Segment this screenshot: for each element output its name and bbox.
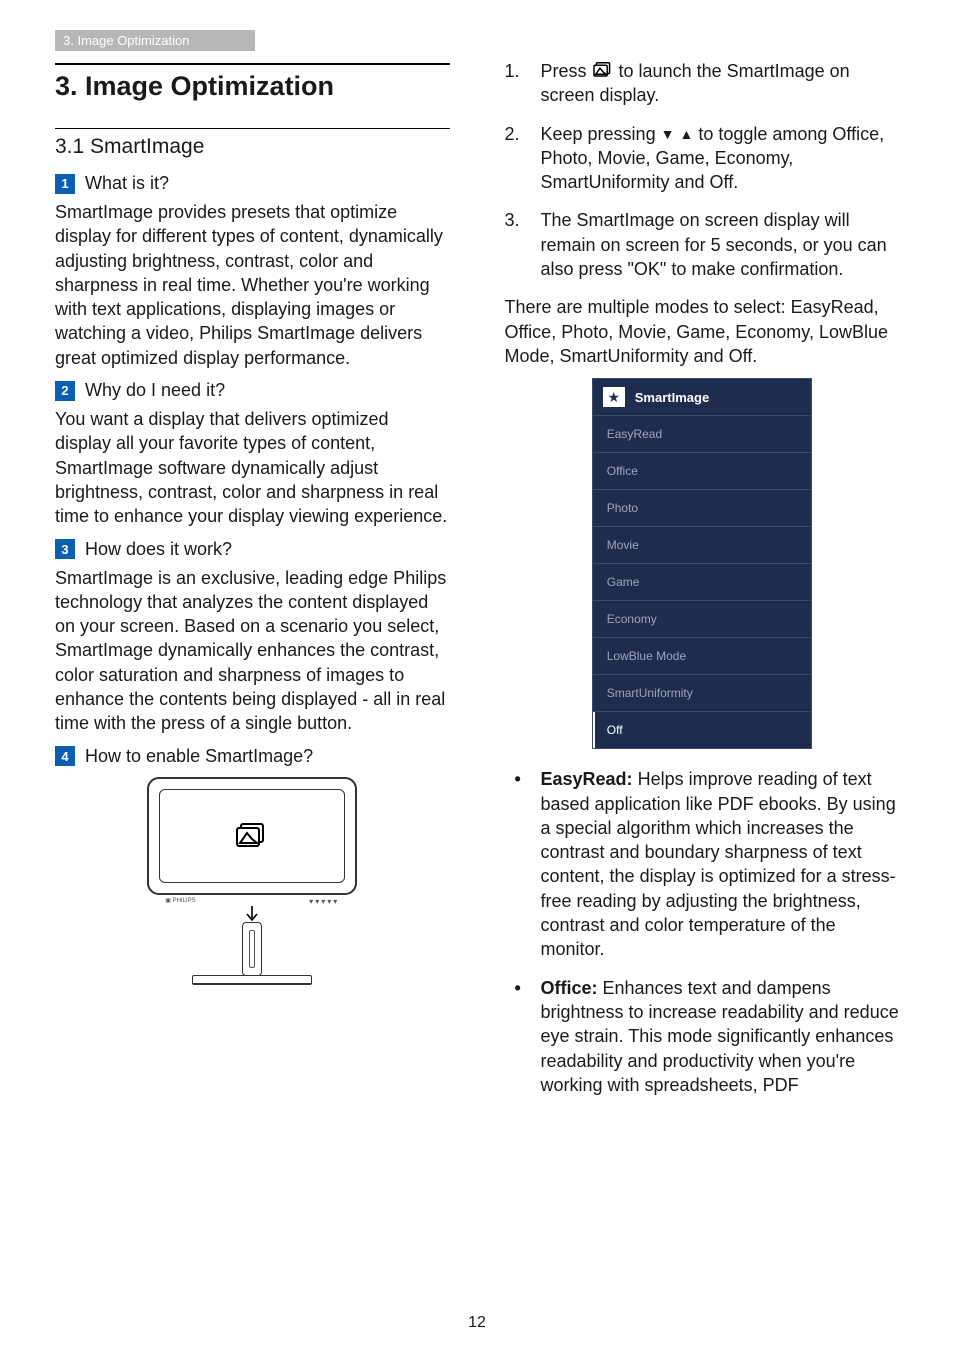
modes-intro: There are multiple modes to select: Easy… [505,295,900,368]
step-1: Press to launch the SmartImage on screen… [505,59,900,108]
running-header: 3. Image Optimization [55,30,255,51]
question-3-heading: 3 How does it work? [55,539,450,560]
smartimage-icon [592,61,614,79]
monitor-buttons: ▾▾▾▾▾ [309,897,339,906]
chapter-title: 3. Image Optimization [55,71,450,102]
osd-item: Photo [593,490,811,527]
number-box-2: 2 [55,381,75,401]
osd-item: SmartUniformity [593,675,811,712]
enable-steps: Press to launch the SmartImage on screen… [505,59,900,281]
question-2-heading: 2 Why do I need it? [55,380,450,401]
question-2-body: You want a display that delivers optimiz… [55,407,450,528]
bullet-easyread: EasyRead: Helps improve reading of text … [505,767,900,961]
osd-item: EasyRead [593,416,811,453]
smartimage-icon [235,821,269,851]
question-3-body: SmartImage is an exclusive, leading edge… [55,566,450,736]
star-icon: ★ [603,387,625,407]
number-box-1: 1 [55,174,75,194]
mode-descriptions: EasyRead: Helps improve reading of text … [505,767,900,1097]
monitor-brand-label: ▣ PHILIPS [165,897,195,906]
osd-item: LowBlue Mode [593,638,811,675]
question-1-label: What is it? [85,173,169,194]
osd-item: Economy [593,601,811,638]
question-4-heading: 4 How to enable SmartImage? [55,746,450,767]
section-title: 3.1 SmartImage [55,135,450,159]
number-box-3: 3 [55,539,75,559]
easyread-body: Helps improve reading of text based appl… [541,769,896,959]
step-2: Keep pressing ▼ ▲ to toggle among Office… [505,122,900,195]
osd-title: SmartImage [635,390,709,405]
question-1-heading: 1 What is it? [55,173,450,194]
office-term: Office: [541,978,598,998]
question-4-label: How to enable SmartImage? [85,746,313,767]
bullet-office: Office: Enhances text and dampens bright… [505,976,900,1097]
monitor-illustration: ▣ PHILIPS ▾▾▾▾▾ [55,777,450,986]
left-column: 3. Image Optimization 3.1 SmartImage 1 W… [55,59,450,1111]
triangle-down-icon: ▼ [661,126,675,142]
easyread-term: EasyRead: [541,769,633,789]
triangle-up-icon: ▲ [679,126,693,142]
osd-item: Movie [593,527,811,564]
step-3: The SmartImage on screen display will re… [505,208,900,281]
osd-item: Game [593,564,811,601]
right-column: Press to launch the SmartImage on screen… [505,59,900,1111]
osd-item: Off [593,712,811,748]
osd-menu: ★ SmartImage EasyReadOfficePhotoMovieGam… [592,378,812,749]
question-3-label: How does it work? [85,539,232,560]
page-number: 12 [0,1314,954,1332]
question-1-body: SmartImage provides presets that optimiz… [55,200,450,370]
number-box-4: 4 [55,746,75,766]
question-2-label: Why do I need it? [85,380,225,401]
osd-item: Office [593,453,811,490]
